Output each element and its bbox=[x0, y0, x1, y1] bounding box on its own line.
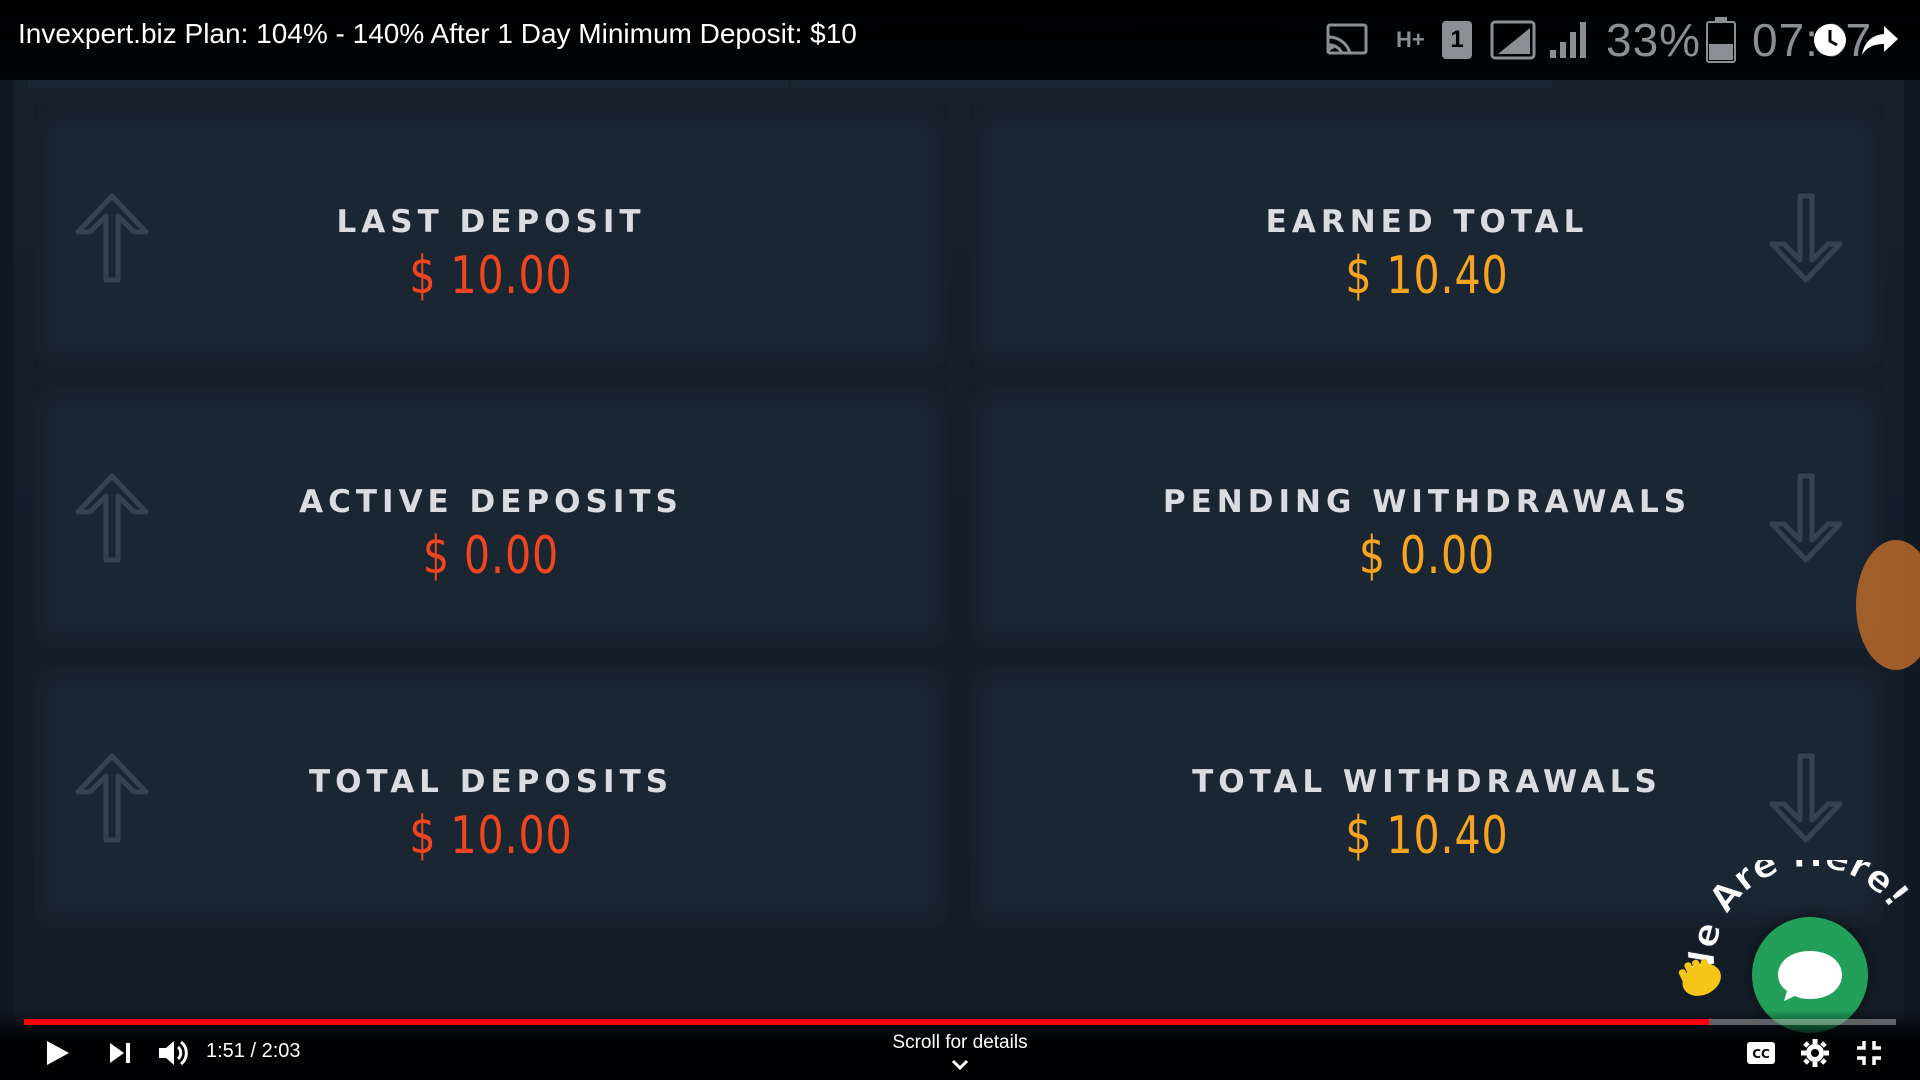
play-button[interactable] bbox=[42, 1036, 74, 1070]
duration: 2:03 bbox=[261, 1040, 301, 1062]
cc-icon: CC bbox=[1747, 1042, 1775, 1064]
card-value: $ 10.40 bbox=[1345, 246, 1509, 306]
gear-icon bbox=[1801, 1039, 1829, 1067]
volume-icon bbox=[159, 1040, 188, 1066]
video-title[interactable]: Invexpert.biz Plan: 104% - 140% After 1 … bbox=[18, 18, 857, 50]
current-time: 1:51 bbox=[206, 1040, 245, 1062]
play-icon bbox=[47, 1041, 69, 1065]
player-top-bar: Invexpert.biz Plan: 104% - 140% After 1 … bbox=[0, 0, 1920, 80]
card-label: TOTAL DEPOSITS bbox=[308, 764, 674, 800]
signal-empty-icon bbox=[1490, 12, 1536, 68]
card-label: TOTAL WITHDRAWALS bbox=[1192, 764, 1662, 800]
share-icon[interactable] bbox=[1860, 12, 1900, 68]
sim-icon: 1 bbox=[1442, 12, 1472, 68]
card-active-deposits: ACTIVE DEPOSITS $ 0.00 bbox=[34, 386, 948, 648]
captions-button[interactable]: CC bbox=[1744, 1036, 1778, 1070]
card-value: $ 0.00 bbox=[1358, 526, 1496, 586]
next-button[interactable] bbox=[104, 1036, 136, 1070]
card-pending-withdrawals: PENDING WITHDRAWALS $ 0.00 bbox=[970, 386, 1884, 648]
partial-card-top-right bbox=[792, 80, 1552, 88]
volume-button[interactable] bbox=[154, 1036, 194, 1070]
partial-card-top-left bbox=[28, 80, 788, 88]
card-label: LAST DEPOSIT bbox=[336, 204, 646, 240]
dashboard-area: LAST DEPOSIT $ 10.00 EARNED TOTAL $ 10.4… bbox=[14, 80, 1904, 1020]
exit-fullscreen-button[interactable] bbox=[1852, 1036, 1886, 1070]
svg-text:CC: CC bbox=[1752, 1047, 1770, 1061]
cast-icon bbox=[1326, 12, 1368, 68]
scroll-for-details[interactable]: Scroll for details bbox=[860, 1032, 1060, 1054]
card-total-deposits: TOTAL DEPOSITS $ 10.00 bbox=[34, 666, 948, 928]
battery-percent: 33% bbox=[1606, 14, 1702, 66]
time-separator: / bbox=[250, 1040, 257, 1062]
card-label: ACTIVE DEPOSITS bbox=[299, 484, 683, 520]
battery-icon bbox=[1706, 12, 1736, 68]
settings-button[interactable] bbox=[1798, 1036, 1832, 1070]
exit-fullscreen-icon bbox=[1857, 1041, 1881, 1065]
time-display: 1:51 / 2:03 bbox=[206, 1040, 301, 1063]
card-value: $ 10.00 bbox=[409, 806, 573, 866]
card-value: $ 10.00 bbox=[409, 246, 573, 306]
card-last-deposit: LAST DEPOSIT $ 10.00 bbox=[34, 106, 948, 368]
chevron-down-icon[interactable] bbox=[948, 1058, 972, 1072]
progress-bar[interactable] bbox=[24, 1019, 1896, 1025]
card-label: PENDING WITHDRAWALS bbox=[1162, 484, 1692, 520]
signal-strength-icon bbox=[1548, 12, 1590, 68]
video-frame[interactable]: LAST DEPOSIT $ 10.00 EARNED TOTAL $ 10.4… bbox=[0, 0, 1920, 1080]
network-type-icon: H+ bbox=[1396, 27, 1425, 52]
skip-next-icon bbox=[110, 1043, 130, 1063]
card-value: $ 0.00 bbox=[422, 526, 560, 586]
watch-later-icon[interactable] bbox=[1812, 12, 1848, 68]
card-value: $ 10.40 bbox=[1345, 806, 1509, 866]
card-earned-total: EARNED TOTAL $ 10.40 bbox=[970, 106, 1884, 368]
card-label: EARNED TOTAL bbox=[1265, 204, 1589, 240]
progress-played bbox=[24, 1019, 1709, 1025]
